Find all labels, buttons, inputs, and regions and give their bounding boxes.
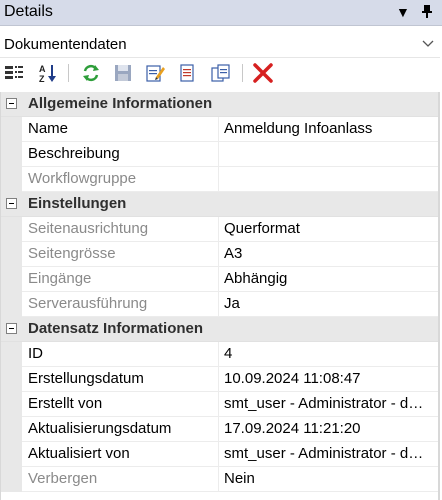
pin-icon[interactable] bbox=[420, 4, 434, 21]
property-name: Name bbox=[28, 120, 69, 137]
collapse-icon[interactable] bbox=[6, 323, 17, 334]
category-title: Datensatz Informationen bbox=[28, 320, 204, 337]
property-name: Seitengrösse bbox=[28, 245, 116, 262]
svg-text:A: A bbox=[39, 64, 46, 74]
toolbar-separator bbox=[68, 64, 69, 82]
property-value: Querformat bbox=[224, 220, 300, 237]
view-selector-value: Dokumentendaten bbox=[4, 36, 127, 53]
alphabetical-sort-icon[interactable]: A Z bbox=[37, 62, 59, 84]
categorized-view-icon[interactable] bbox=[3, 62, 25, 84]
property-row[interactable]: Serverausführung Ja bbox=[0, 292, 440, 317]
property-row[interactable]: ID 4 bbox=[0, 342, 440, 367]
collapse-icon[interactable] bbox=[6, 198, 17, 209]
save-icon[interactable] bbox=[112, 62, 134, 84]
property-row[interactable]: Eingänge Abhängig bbox=[0, 267, 440, 292]
property-row[interactable]: Aktualisiert von smt_user - Administrato… bbox=[0, 442, 440, 467]
property-row[interactable]: Name Anmeldung Infoanlass bbox=[0, 117, 440, 142]
property-name: Serverausführung bbox=[28, 295, 148, 312]
property-name: Beschreibung bbox=[28, 145, 120, 162]
property-value: Ja bbox=[224, 295, 240, 312]
divider bbox=[0, 57, 440, 58]
category-title: Allgemeine Informationen bbox=[28, 95, 213, 112]
property-name: Aktualisiert von bbox=[28, 445, 130, 462]
property-name: Eingänge bbox=[28, 270, 92, 287]
collapse-icon[interactable] bbox=[6, 98, 17, 109]
delete-icon[interactable] bbox=[252, 62, 274, 84]
property-row[interactable]: Beschreibung bbox=[0, 142, 440, 167]
property-name: Verbergen bbox=[28, 470, 98, 487]
panel-menu-dropdown-icon[interactable]: ▼ bbox=[396, 4, 410, 20]
property-row[interactable]: Workflowgruppe bbox=[0, 167, 440, 192]
panel-title: Details bbox=[4, 3, 53, 20]
property-value[interactable]: smt_user - Administrator - d… bbox=[224, 445, 438, 462]
property-name: Seitenausrichtung bbox=[28, 220, 149, 237]
property-value[interactable]: 4 bbox=[224, 345, 438, 362]
copy-icon[interactable] bbox=[210, 62, 232, 84]
property-value[interactable]: 17.09.2024 11:21:20 bbox=[224, 420, 438, 437]
property-name: Erstellt von bbox=[28, 395, 103, 412]
panel-titlebar: Details ▼ bbox=[0, 0, 442, 26]
property-row[interactable]: Seitengrösse A3 bbox=[0, 242, 440, 267]
edit-icon[interactable] bbox=[144, 62, 166, 84]
property-name: Aktualisierungsdatum bbox=[28, 420, 172, 437]
property-row[interactable]: Aktualisierungsdatum 17.09.2024 11:21:20 bbox=[0, 417, 440, 442]
chevron-down-icon[interactable] bbox=[422, 35, 434, 51]
category-title: Einstellungen bbox=[28, 195, 127, 212]
document-icon[interactable] bbox=[176, 62, 198, 84]
category-header[interactable]: Datensatz Informationen bbox=[0, 317, 440, 342]
property-value: Abhängig bbox=[224, 270, 288, 287]
category-header[interactable]: Einstellungen bbox=[0, 192, 440, 217]
property-name: ID bbox=[28, 345, 43, 362]
property-value: Nein bbox=[224, 470, 255, 487]
property-name: Workflowgruppe bbox=[28, 170, 137, 187]
property-value[interactable]: smt_user - Administrator - d… bbox=[224, 395, 438, 412]
svg-text:Z: Z bbox=[39, 74, 45, 83]
property-row[interactable]: Verbergen Nein bbox=[0, 467, 440, 492]
property-value: A3 bbox=[224, 245, 243, 262]
category-header[interactable]: Allgemeine Informationen bbox=[0, 92, 440, 117]
property-value[interactable]: 10.09.2024 11:08:47 bbox=[224, 370, 438, 387]
view-selector[interactable]: Dokumentendaten bbox=[0, 33, 436, 55]
property-row[interactable]: Seitenausrichtung Querformat bbox=[0, 217, 440, 242]
property-name: Erstellungsdatum bbox=[28, 370, 144, 387]
property-grid: Allgemeine Informationen Name Anmeldung … bbox=[0, 92, 440, 492]
toolbar-separator bbox=[242, 64, 243, 82]
property-row[interactable]: Erstellt von smt_user - Administrator - … bbox=[0, 392, 440, 417]
toolbar: A Z bbox=[0, 60, 440, 88]
property-value[interactable]: Anmeldung Infoanlass bbox=[224, 120, 438, 137]
refresh-icon[interactable] bbox=[80, 62, 102, 84]
property-row[interactable]: Erstellungsdatum 10.09.2024 11:08:47 bbox=[0, 367, 440, 392]
